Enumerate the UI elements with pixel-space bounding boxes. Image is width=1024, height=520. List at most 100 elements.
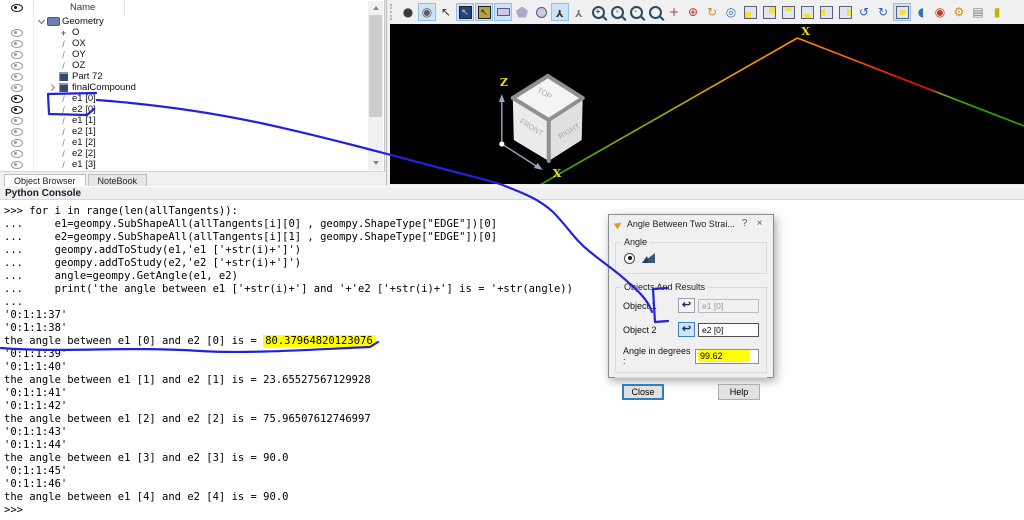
iso-view-icon[interactable] bbox=[893, 3, 911, 21]
tree-item-e1-1[interactable]: / e1 [1] bbox=[0, 115, 368, 126]
rotate-ccw-icon[interactable]: ↺ bbox=[855, 3, 873, 21]
camera-icon[interactable]: ▤ bbox=[969, 3, 987, 21]
zoom-window-icon[interactable]: ▫ bbox=[608, 3, 626, 21]
highlight-select-icon[interactable]: ↖ bbox=[456, 3, 474, 21]
tree-item-o[interactable]: + O bbox=[0, 27, 368, 38]
scroll-up-button[interactable] bbox=[368, 1, 383, 15]
dialog-title-bar[interactable]: ▶ Angle Between Two Strai... ? × bbox=[609, 215, 773, 233]
sweep-icon[interactable]: ⚙ bbox=[950, 3, 968, 21]
console-line: >>> for i in range(len(allTangents)): bbox=[4, 205, 238, 217]
object1-field[interactable]: e1 [0] bbox=[698, 298, 759, 313]
python-console-header[interactable]: Python Console bbox=[0, 186, 1024, 200]
tree-item-oz[interactable]: / OZ bbox=[0, 60, 368, 71]
rotation-point-icon[interactable]: ⊕ bbox=[684, 3, 702, 21]
tree-item-e2-1[interactable]: / e2 [1] bbox=[0, 126, 368, 137]
header-column-separator[interactable] bbox=[124, 0, 125, 15]
toolbar-drag-handle[interactable] bbox=[390, 4, 396, 20]
visibility-cell[interactable] bbox=[0, 60, 34, 71]
scroll-down-button[interactable] bbox=[368, 156, 383, 170]
bottom-view-icon[interactable] bbox=[798, 3, 816, 21]
eye-icon bbox=[10, 61, 23, 70]
top-view-icon[interactable] bbox=[779, 3, 797, 21]
visibility-cell[interactable] bbox=[0, 159, 34, 170]
tree-item-label: e2 [1] bbox=[72, 126, 96, 137]
line-icon: / bbox=[62, 126, 65, 137]
highlighted-angle-value: 80.37964820123076 bbox=[263, 335, 375, 347]
viewcube-style-icon[interactable]: ◉ bbox=[418, 3, 436, 21]
preselect-icon[interactable]: ↖ bbox=[475, 3, 493, 21]
selection-cursor-icon[interactable]: ↖ bbox=[437, 3, 455, 21]
dialog-help-icon[interactable]: ? bbox=[737, 219, 752, 229]
pan-icon[interactable]: + bbox=[665, 3, 683, 21]
object1-select-arrow-button[interactable]: ↩ bbox=[678, 298, 695, 313]
visibility-column-header[interactable] bbox=[0, 0, 34, 15]
visibility-cell[interactable] bbox=[0, 49, 34, 60]
visibility-cell[interactable] bbox=[0, 104, 34, 115]
angle-degrees-field[interactable]: 99.62 bbox=[695, 348, 759, 364]
zoom-selection-icon[interactable]: · bbox=[627, 3, 645, 21]
visibility-cell[interactable] bbox=[0, 27, 34, 38]
help-button[interactable]: Help bbox=[718, 384, 760, 400]
interaction-style-icon[interactable]: ● bbox=[399, 3, 417, 21]
triangle-up-icon bbox=[372, 6, 379, 10]
rotate-cw-icon[interactable]: ↻ bbox=[874, 3, 892, 21]
expander-open-icon[interactable] bbox=[35, 16, 47, 25]
angle-group-label: Angle bbox=[621, 237, 651, 247]
scrollbar-thumb[interactable] bbox=[369, 15, 382, 117]
console-line: ... e1=geompy.SubShapeAll(allTangents[i]… bbox=[4, 218, 498, 230]
tree-item-finalcompound[interactable]: finalCompound bbox=[0, 82, 368, 93]
visibility-cell[interactable] bbox=[0, 38, 34, 49]
circle-selection-icon[interactable] bbox=[532, 3, 550, 21]
python-console[interactable]: >>> for i in range(len(allTangents)):...… bbox=[0, 201, 1024, 520]
clipping-icon[interactable]: ◖ bbox=[912, 3, 930, 21]
visibility-cell[interactable] bbox=[0, 93, 34, 104]
visibility-cell[interactable] bbox=[0, 71, 34, 82]
viewport-scene: X TOP FRONT RIGHT Z X bbox=[498, 25, 1024, 184]
dialog-close-icon[interactable]: × bbox=[752, 219, 767, 229]
tree-item-e2-0[interactable]: / e2 [0] bbox=[0, 104, 368, 115]
right-view-icon[interactable] bbox=[836, 3, 854, 21]
front-view-icon[interactable] bbox=[741, 3, 759, 21]
trihedron-icon[interactable]: Y bbox=[551, 3, 569, 21]
view-trihedron-icon[interactable]: Y bbox=[570, 3, 588, 21]
zoom-in-icon[interactable]: + bbox=[589, 3, 607, 21]
tree-item-part-72[interactable]: Part 72 bbox=[0, 71, 368, 82]
visibility-cell[interactable] bbox=[0, 82, 34, 93]
tree-item-e2-2[interactable]: / e2 [2] bbox=[0, 148, 368, 159]
rotate-view-icon[interactable]: ↻ bbox=[703, 3, 721, 21]
close-button[interactable]: Close bbox=[622, 384, 664, 400]
object2-label: Object 2 bbox=[623, 324, 657, 335]
expander-closed-icon[interactable] bbox=[45, 83, 57, 92]
global-pan-icon[interactable]: ◎ bbox=[722, 3, 740, 21]
line-icon: / bbox=[62, 49, 65, 60]
tree-item-geometry[interactable]: Geometry bbox=[0, 16, 368, 27]
tree-scrollbar[interactable] bbox=[368, 1, 383, 170]
tree-item-e1-2[interactable]: / e1 [2] bbox=[0, 137, 368, 148]
scale-icon[interactable]: ▮ bbox=[988, 3, 1006, 21]
object-browser-tree[interactable]: Name Geometry + O / OX / OY / OZ Part 72 finalComp… bbox=[0, 0, 385, 172]
angle-mode-radio[interactable] bbox=[624, 252, 635, 264]
tangent-edge-e2[interactable] bbox=[797, 37, 1024, 127]
magnifier-icon[interactable] bbox=[646, 3, 664, 21]
visibility-cell[interactable] bbox=[0, 115, 34, 126]
eye-icon bbox=[10, 105, 23, 114]
left-view-icon[interactable] bbox=[817, 3, 835, 21]
console-line: '0:1:1:46' bbox=[4, 478, 68, 490]
back-view-icon[interactable] bbox=[760, 3, 778, 21]
tree-item-oy[interactable]: / OY bbox=[0, 49, 368, 60]
view-cube[interactable]: TOP FRONT RIGHT bbox=[510, 74, 585, 163]
visibility-cell[interactable] bbox=[0, 148, 34, 159]
tree-item-e1-3[interactable]: / e1 [3] bbox=[0, 159, 368, 170]
rect-selection-icon[interactable] bbox=[494, 3, 512, 21]
line-icon: / bbox=[62, 159, 65, 170]
name-column-header[interactable]: Name bbox=[70, 2, 95, 13]
tree-item-ox[interactable]: / OX bbox=[0, 38, 368, 49]
3d-viewport[interactable]: X TOP FRONT RIGHT Z X bbox=[390, 24, 1024, 184]
tree-item-e1-0[interactable]: / e1 [0] bbox=[0, 93, 368, 104]
shading-color-icon[interactable]: ◉ bbox=[931, 3, 949, 21]
visibility-cell[interactable] bbox=[0, 126, 34, 137]
polygon-selection-icon[interactable] bbox=[513, 3, 531, 21]
object2-field[interactable]: e2 [0] bbox=[698, 322, 759, 337]
object2-select-arrow-button[interactable]: ↩ bbox=[678, 322, 695, 337]
visibility-cell[interactable] bbox=[0, 137, 34, 148]
